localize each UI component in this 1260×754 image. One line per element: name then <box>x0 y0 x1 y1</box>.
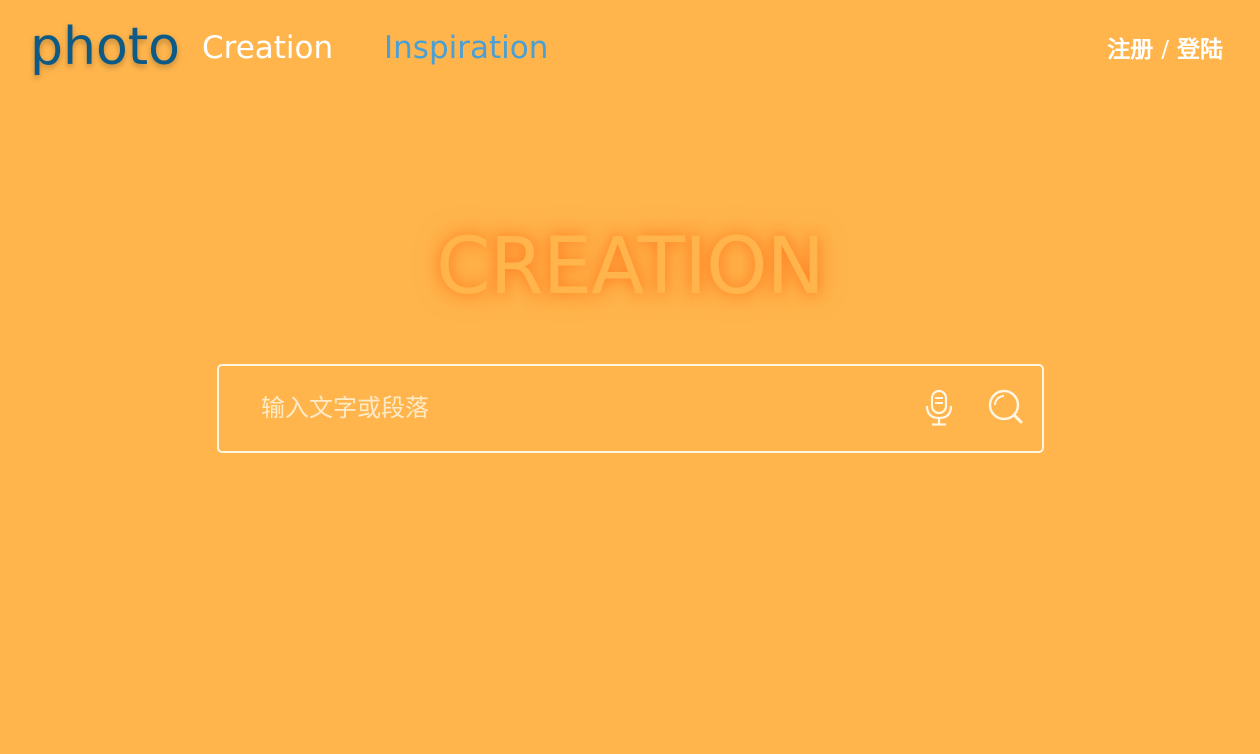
login-link[interactable]: 登陆 <box>1177 37 1223 63</box>
logo[interactable]: photo <box>30 12 180 82</box>
search-icon-graphic <box>988 389 1023 424</box>
search-icon[interactable] <box>985 386 1027 428</box>
microphone-icon[interactable] <box>919 388 959 428</box>
search-input[interactable] <box>261 386 881 430</box>
top-navigation-bar: photo Creation Inspiration 注册 / 登陆 <box>0 0 1260 100</box>
auth-links: 注册 / 登陆 <box>1107 34 1223 66</box>
hero-title: CREATION <box>436 222 825 312</box>
auth-separator: / <box>1161 37 1169 63</box>
microphone-icon-graphic <box>925 389 953 426</box>
nav-creation[interactable]: Creation <box>202 28 333 68</box>
register-link[interactable]: 注册 <box>1107 37 1153 63</box>
nav-inspiration[interactable]: Inspiration <box>384 28 548 68</box>
search-box <box>217 364 1044 453</box>
